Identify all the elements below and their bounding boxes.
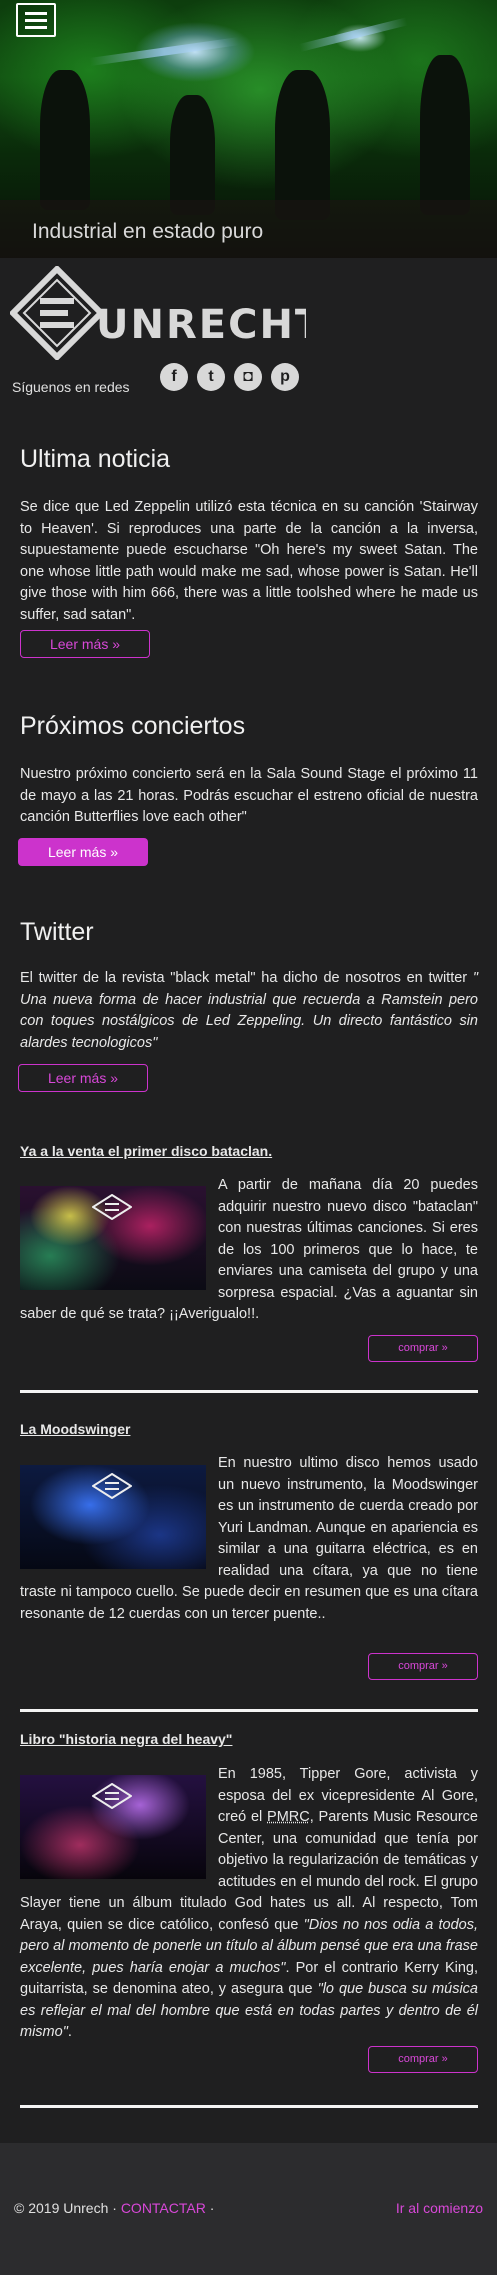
hamburger-icon <box>25 12 47 15</box>
twitter-text-plain: El twitter de la revista "black metal" h… <box>20 970 473 986</box>
back-to-top-link[interactable]: Ir al comienzo <box>396 2200 483 2216</box>
stage-light <box>89 37 240 66</box>
buy-button[interactable]: comprar » <box>368 1335 478 1362</box>
footer: © 2019 Unrech · CONTACTAR · Ir al comien… <box>0 2143 497 2275</box>
hamburger-icon <box>25 19 47 22</box>
band-member <box>275 70 330 220</box>
hero-title: Industrial en estado puro <box>32 220 264 243</box>
concerts-read-more-button[interactable]: Leer más » <box>18 838 148 866</box>
divider <box>20 2105 478 2108</box>
buy-button[interactable]: comprar » <box>368 1653 478 1680</box>
float-spacer <box>20 1764 218 1876</box>
stage-light <box>299 17 408 52</box>
concerts-text: Nuestro próximo concierto será en la Sal… <box>20 766 478 825</box>
contact-link[interactable]: CONTACTAR <box>121 2200 206 2216</box>
pmrc-abbr: PMRC <box>267 1809 310 1825</box>
buy-button[interactable]: comprar » <box>368 2046 478 2073</box>
facebook-icon[interactable]: f <box>160 363 188 391</box>
news-body: Se dice que Led Zeppelin utilizó esta té… <box>20 497 478 626</box>
concerts-title: Próximos conciertos <box>20 712 246 740</box>
copyright-text: © 2019 Unrech · <box>14 2200 121 2216</box>
band-member <box>40 70 90 210</box>
article-text-moodswinger: En nuestro ultimo disco hemos usado un n… <box>20 1453 478 1625</box>
concerts-section: Próximos conciertos <box>20 712 478 741</box>
float-spacer <box>20 1453 218 1565</box>
footer-copyright: © 2019 Unrech · CONTACTAR · <box>14 2200 214 2216</box>
news-title: Ultima noticia <box>20 445 171 473</box>
article-title-bataclan[interactable]: Ya a la venta el primer disco bataclan. <box>20 1143 272 1159</box>
hero-banner: Industrial en estado puro <box>0 0 497 258</box>
article-title-libro[interactable]: Libro "historia negra del heavy" <box>20 1731 232 1747</box>
svg-text:UNRECHT: UNRECHT <box>96 302 306 348</box>
social-label: Síguenos en redes <box>12 379 130 395</box>
concerts-body: Nuestro próximo concierto será en la Sal… <box>20 764 478 829</box>
pinterest-icon[interactable]: p <box>271 363 299 391</box>
article-body: . <box>67 2024 72 2040</box>
logo-icon <box>10 266 104 360</box>
menu-button[interactable] <box>16 3 56 37</box>
twitter-title: Twitter <box>20 918 94 946</box>
article-title-moodswinger[interactable]: La Moodswinger <box>20 1421 130 1437</box>
twitter-read-more-button[interactable]: Leer más » <box>18 1064 148 1092</box>
band-member <box>170 95 215 215</box>
news-section: Ultima noticia <box>20 445 478 474</box>
footer-separator: · <box>205 2200 215 2216</box>
divider <box>20 1390 478 1393</box>
twitter-text: El twitter de la revista "black metal" h… <box>20 968 478 1054</box>
article-text-libro: En 1985, Tipper Gore, activista y esposa… <box>20 1764 478 2044</box>
news-read-more-button[interactable]: Leer más » <box>20 630 150 658</box>
article-text-bataclan: A partir de mañana día 20 puedes adquiri… <box>20 1175 478 1326</box>
twitter-body: El twitter de la revista "black metal" h… <box>20 968 478 1054</box>
band-member <box>420 55 470 215</box>
twitter-icon[interactable]: t <box>197 363 225 391</box>
divider <box>20 1709 478 1712</box>
brand-wordmark: UNRECHT <box>96 302 306 348</box>
float-spacer <box>20 1175 218 1287</box>
hamburger-icon <box>25 26 47 29</box>
instagram-icon[interactable]: ◘ <box>234 363 262 391</box>
news-text: Se dice que Led Zeppelin utilizó esta té… <box>20 499 478 623</box>
twitter-section: Twitter <box>20 918 478 947</box>
